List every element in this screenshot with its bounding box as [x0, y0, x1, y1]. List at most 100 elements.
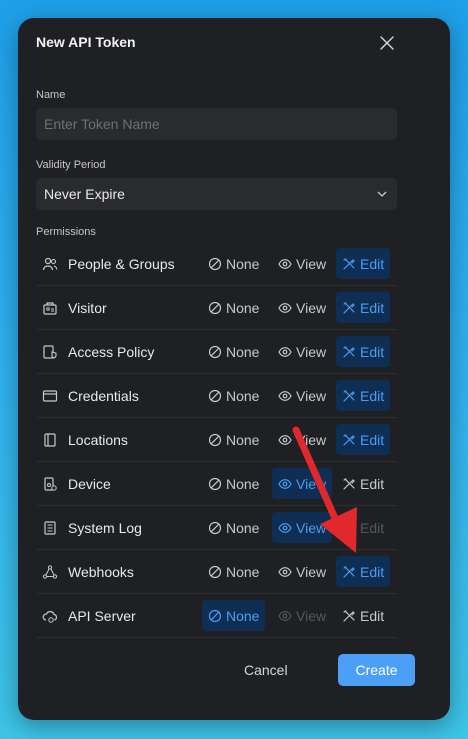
permission-name: People & Groups [68, 255, 175, 272]
option-label: View [296, 255, 327, 272]
permissions-label: Permissions [36, 226, 96, 238]
eye-icon [278, 257, 292, 271]
create-button[interactable]: Create [338, 654, 415, 686]
access-policy-icon [42, 344, 58, 360]
cancel-button[interactable]: Cancel [244, 662, 288, 678]
option-label: View [296, 563, 327, 580]
validity-period-value: Never Expire [44, 186, 125, 202]
tools-icon [342, 257, 356, 271]
name-label: Name [36, 89, 66, 101]
permission-option-edit[interactable]: Edit [336, 424, 391, 455]
validity-period-select[interactable]: Never Expire [36, 178, 397, 210]
permission-name: Locations [68, 431, 128, 448]
option-label: None [226, 255, 260, 272]
system-log-icon [42, 520, 58, 536]
device-icon [42, 476, 58, 492]
permission-row: Access Policy None View Edit [36, 330, 397, 374]
option-label: View [296, 519, 327, 536]
option-label: View [296, 343, 327, 360]
option-label: None [226, 563, 260, 580]
tools-icon [342, 477, 356, 491]
permission-option-edit[interactable]: Edit [336, 468, 390, 499]
visitor-icon [42, 300, 58, 316]
option-label: None [226, 475, 260, 492]
none-icon [208, 345, 222, 359]
permission-row: Credentials None View Edit [36, 374, 397, 418]
permission-option-view[interactable]: View [272, 248, 332, 279]
permission-row: Device None View Edit [36, 462, 397, 506]
eye-icon [278, 609, 292, 623]
permission-option-edit[interactable]: Edit [336, 600, 390, 631]
option-label: None [226, 607, 260, 624]
permission-option-none[interactable]: None [202, 424, 265, 455]
option-label: Edit [360, 343, 385, 360]
permission-name: Device [68, 475, 111, 492]
tools-icon [342, 609, 356, 623]
validity-period-label: Validity Period [36, 159, 106, 171]
eye-icon [278, 389, 292, 403]
none-icon [208, 477, 222, 491]
permission-option-edit[interactable]: Edit [336, 248, 391, 279]
permission-option-edit: Edit [336, 512, 390, 543]
credentials-icon [42, 388, 58, 404]
permission-option-view[interactable]: View [272, 556, 332, 587]
permission-row: API Server None View Edit [36, 594, 397, 638]
tools-icon [342, 521, 356, 535]
option-label: View [296, 607, 327, 624]
none-icon [208, 301, 222, 315]
permission-option-edit[interactable]: Edit [336, 336, 391, 367]
permission-option-view[interactable]: View [272, 380, 332, 411]
option-label: Edit [360, 387, 385, 404]
permission-name: Credentials [68, 387, 139, 404]
tools-icon [342, 389, 356, 403]
option-label: Edit [360, 431, 385, 448]
permission-option-none[interactable]: None [202, 600, 266, 631]
token-name-input[interactable]: Enter Token Name [36, 108, 397, 140]
permission-option-view[interactable]: View [272, 512, 333, 543]
permissions-list: People & Groups None View Edit Visitor None Vi… [36, 242, 397, 638]
chevron-down-icon [377, 191, 387, 197]
none-icon [208, 565, 222, 579]
permission-option-none[interactable]: None [202, 468, 265, 499]
permission-row: Locations None View Edit [36, 418, 397, 462]
option-label: Edit [360, 563, 385, 580]
eye-icon [278, 345, 292, 359]
permission-name: Visitor [68, 299, 107, 316]
none-icon [208, 521, 222, 535]
none-icon [208, 257, 222, 271]
webhooks-icon [42, 564, 58, 580]
permission-name: API Server [68, 607, 136, 624]
eye-icon [278, 301, 292, 315]
option-label: View [296, 299, 327, 316]
permission-option-view[interactable]: View [272, 424, 332, 455]
permission-option-edit[interactable]: Edit [336, 292, 391, 323]
permission-row: People & Groups None View Edit [36, 242, 397, 286]
permission-option-view[interactable]: View [272, 292, 332, 323]
permission-option-view[interactable]: View [272, 468, 333, 499]
permission-row: Visitor None View Edit [36, 286, 397, 330]
permission-option-none[interactable]: None [202, 248, 265, 279]
none-icon [208, 433, 222, 447]
permission-option-none[interactable]: None [202, 292, 265, 323]
permission-option-none[interactable]: None [202, 336, 265, 367]
option-label: Edit [360, 255, 385, 272]
eye-icon [278, 477, 292, 491]
permission-option-edit[interactable]: Edit [336, 556, 391, 587]
permission-row: Webhooks None View Edit [36, 550, 397, 594]
tools-icon [342, 301, 356, 315]
permission-option-view: View [272, 600, 332, 631]
permission-row: System Log None View Edit [36, 506, 397, 550]
permission-option-none[interactable]: None [202, 380, 265, 411]
permission-option-none[interactable]: None [202, 512, 265, 543]
option-label: Edit [360, 299, 385, 316]
permission-option-edit[interactable]: Edit [336, 380, 391, 411]
permission-option-view[interactable]: View [272, 336, 332, 367]
tools-icon [342, 565, 356, 579]
permission-option-none[interactable]: None [202, 556, 265, 587]
close-icon[interactable] [378, 34, 396, 52]
eye-icon [278, 433, 292, 447]
option-label: View [296, 431, 327, 448]
option-label: Edit [360, 607, 385, 624]
eye-icon [278, 565, 292, 579]
none-icon [208, 609, 222, 623]
